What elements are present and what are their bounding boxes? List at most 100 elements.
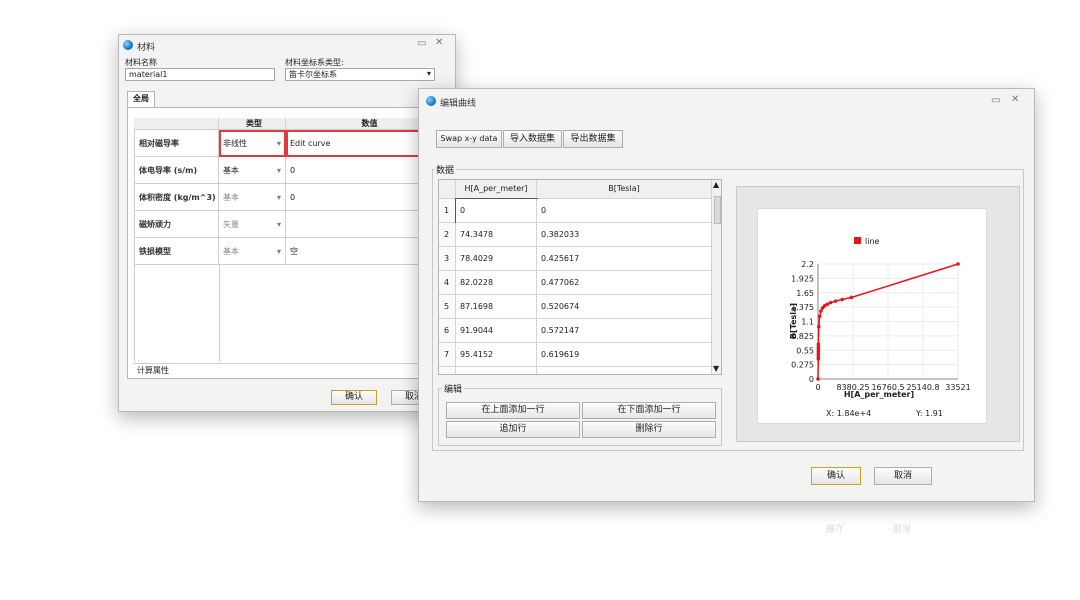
data-point [825,302,829,307]
empty-area-divider [219,265,220,362]
b-value-cell[interactable]: 0.619619 [537,343,712,367]
row-number: 3 [439,247,456,271]
curve-cancel-button[interactable]: 取消 [874,467,932,485]
reflection-cancel: 取消 [893,522,912,532]
x-axis-label: H[A_per_meter] [844,390,914,399]
y-tick-label: 2.2 [801,260,814,269]
material-window-title: 材料 [137,43,156,53]
h-value-cell[interactable]: 87.1698 [456,295,537,319]
scroll-down-icon[interactable]: ▼ [713,364,719,373]
delete-row-button[interactable]: 删除行 [582,421,716,438]
rows-left-border [134,130,135,362]
property-name: 相对磁导率 [135,130,219,157]
chevron-down-icon: ▾ [276,193,281,202]
b-value-cell[interactable]: 0.477062 [537,271,712,295]
data-point [956,262,960,266]
curve-ok-button[interactable]: 确认 [811,467,861,485]
h-value-cell[interactable]: 78.4029 [456,247,537,271]
b-value-cell[interactable]: 0.572147 [537,319,712,343]
property-name: 体积密度 (kg/m^3) [135,184,219,211]
data-point [816,342,821,346]
chevron-down-icon: ▾ [276,220,281,229]
data-point [817,314,822,319]
data-point [816,377,820,381]
append-row-button[interactable]: 追加行 [446,421,580,438]
data-point [833,299,838,303]
property-type-select[interactable]: 基本 ▾ [219,157,286,184]
computed-properties-label: 计算属性 [137,366,169,375]
b-value-cell[interactable]: 0 [537,199,712,223]
coord-system-value: 笛卡尔坐标系 [289,70,337,79]
h-value-cell[interactable]: 82.0228 [456,271,537,295]
property-type-select[interactable]: 矢量 ▾ [219,211,286,238]
h-value-cell[interactable]: 100.608 [456,367,537,374]
property-name: 磁矫顽力 [135,211,219,238]
edit-curve-window: 编辑曲线 ▭ ✕ Swap x-y data 导入数据集 导出数据集 数据 H[… [418,88,1035,502]
material-name-input[interactable]: material1 [125,68,275,81]
app-logo-icon [426,96,436,106]
scroll-thumb[interactable] [714,196,721,224]
import-dataset-button[interactable]: 导入数据集 [503,130,562,148]
row-number: 6 [439,319,456,343]
swap-xy-button[interactable]: Swap x-y data [436,130,502,148]
close-icon[interactable]: ✕ [435,38,443,48]
y-tick-label: 0.275 [791,361,814,370]
chevron-down-icon: ▾ [276,139,281,148]
table-corner [439,180,456,199]
data-group-title: 数据 [434,163,457,176]
add-row-below-button[interactable]: 在下面添加一行 [582,402,716,419]
scroll-up-icon[interactable]: ▲ [713,180,719,189]
property-name: 铁损模型 [135,238,219,265]
computed-properties-bar[interactable]: 计算属性 [134,363,448,378]
col-h-header: H[A_per_meter] [456,180,537,199]
bh-curve-chart[interactable]: 0 8380.25 16760.5 25140.8 3352100.2750.550.8… [757,208,987,424]
table-scrollbar[interactable]: ▲ ▼ [711,180,721,374]
property-type-select[interactable]: 非线性 ▾ [219,130,286,157]
export-dataset-button[interactable]: 导出数据集 [563,130,623,148]
row-number: 2 [439,223,456,247]
property-type-select[interactable]: 基本 ▾ [219,184,286,211]
property-name: 体电导率 (s/m) [135,157,219,184]
legend-label: line [865,237,880,246]
property-type-value: 基本 [223,166,239,175]
header-corner [134,118,219,130]
curve-window-title: 编辑曲线 [440,99,477,109]
h-value-cell[interactable]: 0 [455,198,538,224]
property-type-value: 基本 [223,193,239,202]
add-row-above-button[interactable]: 在上面添加一行 [446,402,580,419]
h-value-cell[interactable]: 74.3478 [456,223,537,247]
b-value-cell[interactable]: 0.425617 [537,247,712,271]
row-number: 1 [439,199,456,223]
y-tick-label: 1.925 [791,274,814,283]
property-type-value: 非线性 [223,139,247,148]
close-icon[interactable]: ✕ [1011,95,1019,105]
col-type-header: 类型 [219,118,286,130]
data-point [819,309,823,313]
h-value-cell[interactable]: 95.4152 [456,343,537,367]
material-ok-button[interactable]: 确认 [331,390,377,405]
property-type-select[interactable]: 基本 ▾ [219,238,286,265]
curve-data-table: H[A_per_meter] B[Tesla] 1 0 0 2 74.3478 0.382… [438,179,722,375]
b-value-cell[interactable]: 0.520674 [537,295,712,319]
coord-system-select[interactable]: 笛卡尔坐标系 ▾ [285,68,435,81]
h-value-cell[interactable]: 91.9044 [456,319,537,343]
restore-icon[interactable]: ▭ [417,39,426,49]
material-window: 材料 ▭ ✕ 材料名称 material1 材料坐标系类型: 笛卡尔坐标系 ▾ … [118,34,456,412]
legend-swatch [854,237,861,244]
b-value-cell[interactable]: 0.382033 [537,223,712,247]
data-point [849,295,854,300]
x-tick-label: 0 [815,383,820,392]
material-name-label: 材料名称 [125,58,157,67]
data-point [828,300,833,305]
row-number: 5 [439,295,456,319]
material-titlebar: 材料 ▭ ✕ [119,35,455,55]
property-table: 类型 数值 相对磁导率 非线性 ▾ Edit curve 体电导率 (s/m) 基本 ▾ 0 体… [127,107,449,379]
b-value-cell[interactable]: 0.667148 [537,367,712,374]
y-tick-label: 1.1 [801,318,814,327]
tab-global[interactable]: 全局 [127,91,155,107]
chart-panel: 0 8380.25 16760.5 25140.8 33521 0 0.275 0.55 0.8… [736,186,1020,442]
chevron-down-icon: ▾ [276,166,281,175]
property-type-value: 基本 [223,247,239,256]
data-point [817,324,821,329]
restore-icon[interactable]: ▭ [991,96,1000,106]
